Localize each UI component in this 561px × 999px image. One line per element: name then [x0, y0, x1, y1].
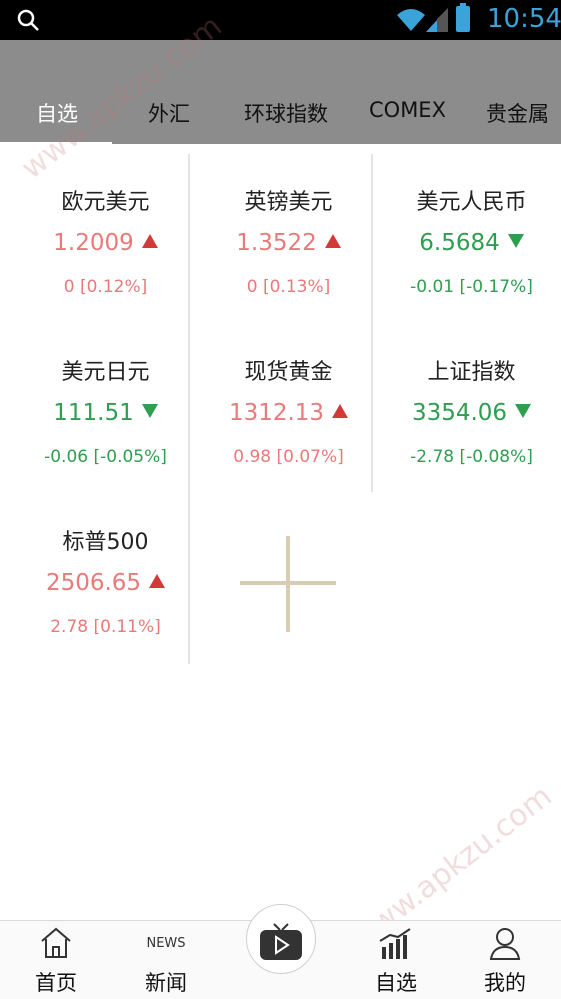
quote-grid: 欧元美元 1.2009 0 [0.12%] 英镑美元 1.3522 0 [0.1…: [0, 144, 561, 920]
quote-price: 2506.65: [12, 570, 199, 596]
down-arrow-icon: [141, 404, 158, 418]
status-time: 10:54: [487, 4, 561, 34]
news-icon: NEWS: [146, 936, 185, 951]
up-arrow-icon: [324, 234, 341, 248]
tv-play-icon: [260, 923, 302, 960]
svg-text:NEWS: NEWS: [146, 936, 185, 951]
quote-card[interactable]: 标普500 2506.65 2.78 [0.11%]: [12, 484, 199, 654]
quote-name: 欧元美元: [61, 190, 150, 215]
quote-name: 英镑美元: [244, 190, 333, 215]
quote-name: 美元人民币: [416, 190, 527, 215]
quote-change: -0.06 [-0.05%]: [44, 447, 167, 467]
tab-global-index[interactable]: 环球指数: [244, 98, 328, 128]
up-arrow-icon: [332, 404, 349, 418]
quote-price: 1312.13: [195, 400, 382, 426]
nav-home-label: 首页: [35, 971, 77, 995]
up-arrow-icon: [141, 234, 158, 248]
search-icon[interactable]: [16, 8, 40, 32]
quote-name: 美元日元: [61, 360, 150, 385]
home-icon: [41, 927, 71, 958]
quote-change: 0 [0.13%]: [246, 277, 331, 297]
quote-card[interactable]: 现货黄金 1312.13 0.98 [0.07%]: [195, 314, 382, 484]
quote-price: 6.5684: [378, 230, 561, 256]
tab-precious-metals[interactable]: 贵金属: [486, 98, 549, 128]
tab-comex[interactable]: COMEX: [369, 98, 446, 128]
tab-forex[interactable]: 外汇: [148, 98, 190, 128]
add-quote-button[interactable]: [240, 536, 336, 632]
down-arrow-icon: [507, 234, 524, 248]
nav-profile[interactable]: 我的: [449, 921, 561, 999]
battery-icon: [456, 3, 470, 32]
status-bar: 10:54: [0, 0, 561, 40]
up-arrow-icon: [149, 574, 166, 588]
quote-change: 0 [0.12%]: [63, 277, 148, 297]
quote-price: 111.51: [12, 400, 199, 426]
nav-news-label: 新闻: [145, 971, 187, 995]
nav-profile-label: 我的: [484, 971, 526, 995]
chart-icon: [379, 928, 411, 959]
quote-card[interactable]: 美元人民币 6.5684 -0.01 [-0.17%]: [378, 144, 561, 314]
nav-favorites-label: 自选: [375, 971, 417, 995]
quote-change: 2.78 [0.11%]: [50, 617, 161, 637]
quote-price: 1.2009: [12, 230, 199, 256]
quote-change: 0.98 [0.07%]: [233, 447, 344, 467]
quote-change: -0.01 [-0.17%]: [410, 277, 533, 297]
quote-name: 上证指数: [427, 360, 516, 385]
signal-icon: [426, 8, 448, 32]
nav-home[interactable]: 首页: [0, 921, 112, 999]
nav-news[interactable]: NEWS 新闻: [110, 921, 222, 999]
down-arrow-icon: [515, 404, 532, 418]
quote-change: -2.78 [-0.08%]: [410, 447, 533, 467]
nav-favorites[interactable]: 自选: [340, 921, 452, 999]
quote-price: 3354.06: [378, 400, 561, 426]
plus-icon-stroke: [286, 536, 290, 632]
user-icon: [489, 928, 521, 960]
live-tv-button[interactable]: [246, 904, 316, 994]
wifi-icon: [397, 9, 425, 31]
quote-name: 现货黄金: [244, 360, 333, 385]
quote-card[interactable]: 美元日元 111.51 -0.06 [-0.05%]: [12, 314, 199, 484]
quote-price: 1.3522: [195, 230, 382, 256]
quote-card[interactable]: 英镑美元 1.3522 0 [0.13%]: [195, 144, 382, 314]
quote-name: 标普500: [62, 530, 149, 555]
quote-card[interactable]: 上证指数 3354.06 -2.78 [-0.08%]: [378, 314, 561, 484]
